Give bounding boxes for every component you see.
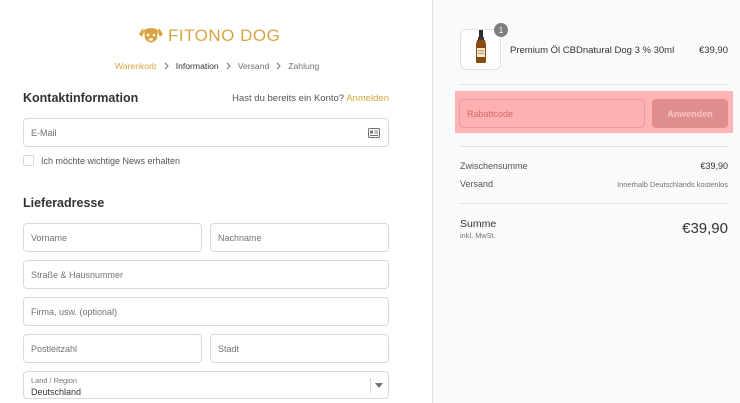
zip-field-wrapper — [23, 334, 202, 363]
last-name-input[interactable] — [218, 232, 388, 243]
street-field-wrapper — [23, 260, 389, 289]
discount-field-wrapper — [459, 99, 645, 128]
chevron-right-icon — [226, 62, 231, 70]
newsletter-label: Ich möchte wichtige News erhalten — [41, 155, 181, 166]
product-name: Premium Öl CBDnatural Dog 3 % 30ml — [510, 45, 675, 56]
country-value: Deutschland — [31, 387, 82, 397]
company-input[interactable] — [31, 306, 388, 317]
city-field-wrapper — [210, 334, 389, 363]
chevron-right-icon — [164, 62, 169, 70]
email-input[interactable] — [31, 127, 388, 138]
caret-down-icon — [375, 383, 383, 388]
first-name-input[interactable] — [31, 232, 201, 243]
oil-bottle-icon — [473, 30, 489, 69]
breadcrumb: Warenkorb Information Versand Zahlung — [115, 61, 319, 71]
account-prompt: Hast du bereits ein Konto? Anmelden — [232, 93, 389, 104]
dog-face-icon — [138, 25, 164, 47]
breadcrumb-shipping: Versand — [237, 61, 270, 71]
email-field-wrapper — [23, 118, 389, 147]
chevron-right-icon — [276, 62, 281, 70]
subtotal-value: €39,90 — [700, 161, 728, 171]
summary-divider — [460, 146, 728, 147]
breadcrumb-cart[interactable]: Warenkorb — [115, 61, 157, 71]
shipping-label: Versand — [460, 179, 494, 189]
shipping-section-title: Lieferadresse — [23, 196, 105, 210]
brand-logo[interactable]: FITONO DOG — [138, 24, 280, 48]
country-select[interactable]: Land / Region Deutschland — [23, 371, 389, 399]
login-link[interactable]: Anmelden — [346, 93, 389, 104]
zip-input[interactable] — [31, 343, 201, 354]
discount-code-input[interactable] — [467, 108, 644, 119]
summary-divider — [460, 203, 728, 204]
total-tax-note: inkl. MwSt. — [460, 231, 496, 240]
product-thumbnail — [460, 29, 501, 70]
city-input[interactable] — [218, 343, 388, 354]
account-prompt-text: Hast du bereits ein Konto? — [232, 93, 345, 104]
country-label: Land / Region — [31, 376, 78, 385]
checkout-main: FITONO DOG Warenkorb Information Versand… — [0, 0, 432, 403]
total-value: €39,90 — [682, 220, 728, 237]
shipping-value: Innerhalb Deutschlands kostenlos — [617, 180, 728, 189]
breadcrumb-information: Information — [175, 61, 219, 71]
quantity-badge: 1 — [494, 23, 508, 37]
summary-divider — [460, 84, 728, 85]
newsletter-checkbox[interactable] — [23, 155, 34, 166]
newsletter-row[interactable]: Ich möchte wichtige News erhalten — [23, 155, 180, 166]
contact-section-title: Kontaktinformation — [23, 91, 139, 105]
last-name-field-wrapper — [210, 223, 389, 252]
company-field-wrapper — [23, 297, 389, 326]
contact-card-icon — [368, 127, 380, 138]
subtotal-label: Zwischensumme — [460, 161, 528, 171]
street-input[interactable] — [31, 269, 388, 280]
total-label: Summe — [460, 218, 497, 230]
brand-name: FITONO DOG — [168, 26, 281, 45]
first-name-field-wrapper — [23, 223, 202, 252]
breadcrumb-payment: Zahlung — [288, 61, 320, 71]
select-divider — [370, 378, 371, 394]
product-price: €39,90 — [698, 45, 728, 56]
apply-discount-button[interactable]: Anwenden — [652, 99, 728, 128]
